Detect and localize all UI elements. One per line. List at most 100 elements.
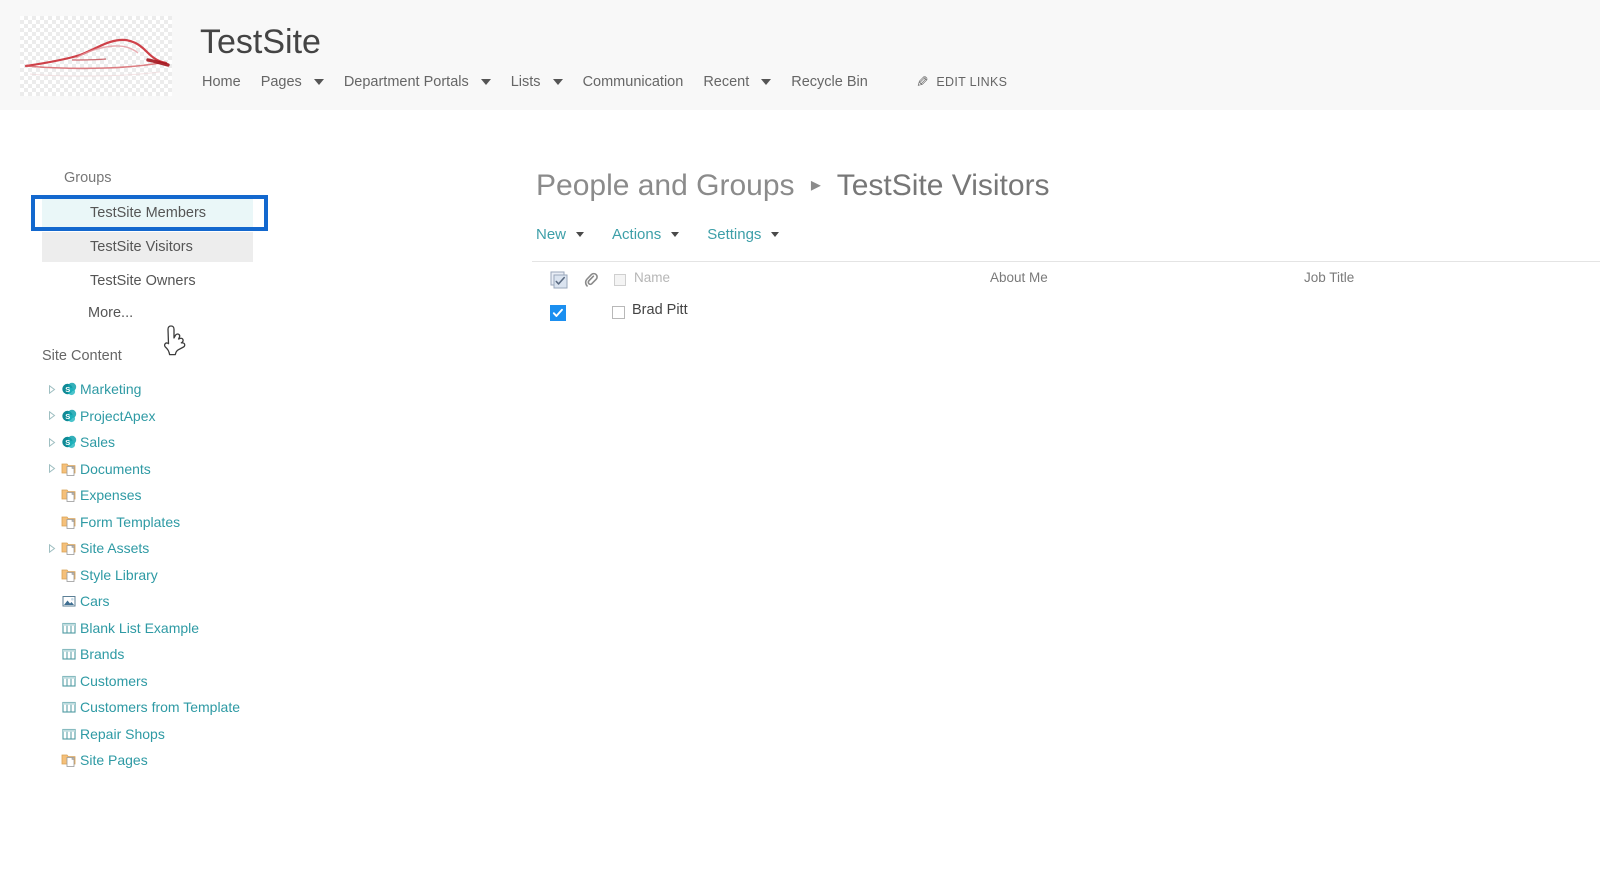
tree-item-expenses[interactable]: Expenses bbox=[44, 482, 444, 509]
table-row[interactable]: Brad Pitt bbox=[532, 302, 1600, 332]
tree-item-style-library[interactable]: Style Library bbox=[44, 562, 444, 589]
nav-item-label: Lists bbox=[510, 74, 541, 90]
edit-links-button[interactable]: ✎ EDIT LINKS bbox=[916, 73, 1007, 91]
sharepoint-site-icon: S bbox=[60, 407, 80, 425]
tree-item-label: Repair Shops bbox=[80, 725, 165, 742]
document-library-icon bbox=[60, 486, 80, 504]
tree-item-site-assets[interactable]: Site Assets bbox=[44, 535, 444, 562]
sidebar-item-testsite-owners[interactable]: TestSite Owners bbox=[42, 266, 253, 296]
chevron-down-icon[interactable] bbox=[576, 232, 585, 237]
tree-item-customers[interactable]: Customers bbox=[44, 668, 444, 695]
row-name-checkbox[interactable] bbox=[612, 306, 625, 319]
tree-item-label: Brands bbox=[80, 646, 125, 663]
chevron-down-icon[interactable] bbox=[671, 232, 680, 237]
expand-arrow-icon bbox=[44, 729, 60, 738]
tree-item-sales[interactable]: S Sales bbox=[44, 429, 444, 456]
site-content-tree: S Marketing S ProjectApex S Sales Docume… bbox=[44, 376, 444, 774]
chevron-down-icon[interactable] bbox=[552, 79, 563, 85]
new-menu-button[interactable]: New bbox=[536, 226, 585, 243]
sharepoint-site-icon: S bbox=[60, 380, 80, 398]
nav-item-label: Communication bbox=[582, 74, 684, 90]
expand-arrow-icon[interactable] bbox=[44, 464, 60, 474]
tree-item-label: Customers from Template bbox=[80, 699, 241, 716]
nav-item-home[interactable]: Home bbox=[196, 72, 247, 92]
nav-item-communication[interactable]: Communication bbox=[577, 72, 690, 92]
tree-item-customers-from-template[interactable]: Customers from Template bbox=[44, 694, 444, 721]
row-name-label[interactable]: Brad Pitt bbox=[632, 302, 688, 318]
column-header-job-title[interactable]: Job Title bbox=[1304, 270, 1354, 285]
page-title[interactable]: TestSite bbox=[200, 22, 321, 62]
expand-arrow-icon bbox=[44, 650, 60, 659]
expand-arrow-icon[interactable] bbox=[44, 411, 60, 421]
tree-item-brands[interactable]: Brands bbox=[44, 641, 444, 668]
chevron-down-icon[interactable] bbox=[761, 79, 772, 85]
sidebar-item-more[interactable]: More... bbox=[42, 298, 253, 328]
svg-text:S: S bbox=[65, 438, 70, 447]
document-library-icon bbox=[60, 460, 80, 478]
expand-arrow-icon[interactable] bbox=[44, 543, 60, 553]
document-library-icon bbox=[60, 513, 80, 531]
tree-item-label: Expenses bbox=[80, 487, 142, 504]
row-select-checkbox[interactable] bbox=[550, 305, 566, 321]
name-column-checkbox bbox=[614, 274, 626, 286]
list-icon bbox=[60, 672, 80, 690]
nav-item-label: Home bbox=[202, 74, 241, 90]
paperclip-icon[interactable] bbox=[584, 272, 598, 293]
tree-item-documents[interactable]: Documents bbox=[44, 456, 444, 483]
settings-menu-label: Settings bbox=[707, 226, 762, 243]
chevron-down-icon[interactable] bbox=[771, 232, 780, 237]
chevron-down-icon[interactable] bbox=[480, 79, 491, 85]
tree-item-label: Cars bbox=[80, 593, 110, 610]
tree-item-label: Documents bbox=[80, 460, 151, 477]
tree-item-form-templates[interactable]: Form Templates bbox=[44, 509, 444, 536]
nav-item-label: Recent bbox=[703, 74, 750, 90]
nav-item-label: Recycle Bin bbox=[791, 74, 868, 90]
expand-arrow-icon bbox=[44, 597, 60, 606]
site-header: TestSite Home Pages Department Portals L… bbox=[0, 0, 1600, 110]
column-header-about-me[interactable]: About Me bbox=[990, 270, 1048, 285]
left-sidebar: Groups TestSite Members TestSite Visitor… bbox=[0, 110, 470, 885]
sidebar-item-testsite-visitors[interactable]: TestSite Visitors bbox=[42, 232, 253, 262]
new-menu-label: New bbox=[536, 226, 567, 243]
tree-item-blank-list-example[interactable]: Blank List Example bbox=[44, 615, 444, 642]
select-all-checkbox-icon[interactable] bbox=[550, 271, 568, 294]
tree-item-site-pages[interactable]: Site Pages bbox=[44, 747, 444, 774]
chevron-down-icon[interactable] bbox=[313, 79, 324, 85]
list-header-row: Name About Me Job Title bbox=[532, 268, 1600, 296]
settings-menu-button[interactable]: Settings bbox=[707, 226, 780, 243]
actions-menu-button[interactable]: Actions bbox=[612, 226, 680, 243]
tree-item-label: Form Templates bbox=[80, 513, 181, 530]
list-icon bbox=[60, 619, 80, 637]
list-icon bbox=[60, 698, 80, 716]
expand-arrow-icon[interactable] bbox=[44, 384, 60, 394]
nav-item-recent[interactable]: Recent bbox=[697, 72, 777, 92]
nav-item-recycle-bin[interactable]: Recycle Bin bbox=[785, 72, 874, 92]
sidebar-item-testsite-members[interactable]: TestSite Members bbox=[42, 198, 253, 228]
site-logo[interactable] bbox=[20, 16, 172, 96]
tree-item-label: Blank List Example bbox=[80, 619, 200, 636]
tree-item-marketing[interactable]: S Marketing bbox=[44, 376, 444, 403]
breadcrumb-current: TestSite Visitors bbox=[836, 169, 1050, 202]
nav-item-department-portals[interactable]: Department Portals bbox=[338, 72, 497, 92]
list-icon bbox=[60, 725, 80, 743]
document-library-icon bbox=[60, 539, 80, 557]
pencil-icon: ✎ bbox=[915, 74, 929, 91]
list-icon bbox=[60, 645, 80, 663]
expand-arrow-icon[interactable] bbox=[44, 437, 60, 447]
tree-item-label: ProjectApex bbox=[80, 407, 156, 424]
nav-item-label: Pages bbox=[260, 74, 302, 90]
expand-arrow-icon bbox=[44, 491, 60, 500]
sharepoint-site-icon: S bbox=[60, 433, 80, 451]
breadcrumb-parent[interactable]: People and Groups bbox=[536, 169, 795, 202]
tree-item-cars[interactable]: Cars bbox=[44, 588, 444, 615]
tree-item-projectapex[interactable]: S ProjectApex bbox=[44, 403, 444, 430]
breadcrumb-separator-icon: ▸ bbox=[810, 174, 821, 196]
column-header-name[interactable]: Name bbox=[634, 270, 670, 285]
tree-item-label: Sales bbox=[80, 434, 116, 451]
tree-item-label: Customers bbox=[80, 672, 148, 689]
nav-item-lists[interactable]: Lists bbox=[505, 72, 569, 92]
nav-item-pages[interactable]: Pages bbox=[255, 72, 330, 92]
tree-item-repair-shops[interactable]: Repair Shops bbox=[44, 721, 444, 748]
list-top-divider bbox=[532, 261, 1600, 262]
tree-item-label: Site Assets bbox=[80, 540, 150, 557]
